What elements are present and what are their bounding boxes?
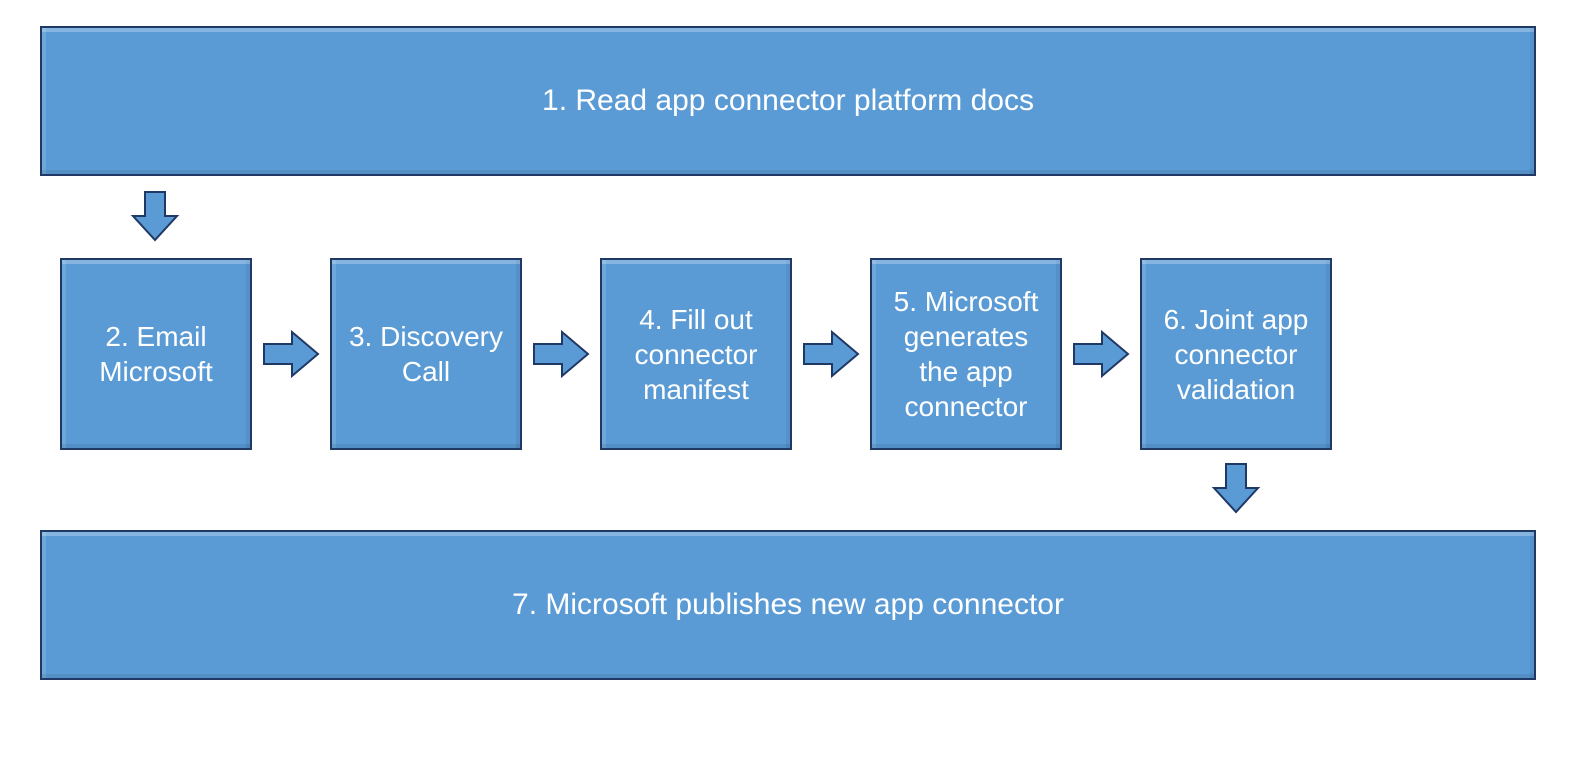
step-4-box: 4. Fill out connector manifest bbox=[600, 258, 792, 450]
arrow-down-icon bbox=[1206, 458, 1266, 518]
step-4-label: 4. Fill out connector manifest bbox=[614, 302, 778, 407]
arrow-right-icon bbox=[528, 324, 594, 384]
step-5-label: 5. Microsoft generates the app connector bbox=[884, 284, 1048, 424]
arrow-right-icon bbox=[258, 324, 324, 384]
flow-diagram: 1. Read app connector platform docs 2. E… bbox=[0, 0, 1576, 768]
step-1-box: 1. Read app connector platform docs bbox=[40, 26, 1536, 176]
step-2-label: 2. Email Microsoft bbox=[74, 319, 238, 389]
step-7-box: 7. Microsoft publishes new app connector bbox=[40, 530, 1536, 680]
step-2-box: 2. Email Microsoft bbox=[60, 258, 252, 450]
arrow-down-icon bbox=[125, 186, 185, 246]
step-3-label: 3. Discovery Call bbox=[344, 319, 508, 389]
step-7-label: 7. Microsoft publishes new app connector bbox=[512, 586, 1064, 624]
step-3-box: 3. Discovery Call bbox=[330, 258, 522, 450]
arrow-right-icon bbox=[1068, 324, 1134, 384]
step-6-box: 6. Joint app connector validation bbox=[1140, 258, 1332, 450]
arrow-right-icon bbox=[798, 324, 864, 384]
step-5-box: 5. Microsoft generates the app connector bbox=[870, 258, 1062, 450]
step-1-label: 1. Read app connector platform docs bbox=[542, 82, 1034, 120]
step-6-label: 6. Joint app connector validation bbox=[1154, 302, 1318, 407]
